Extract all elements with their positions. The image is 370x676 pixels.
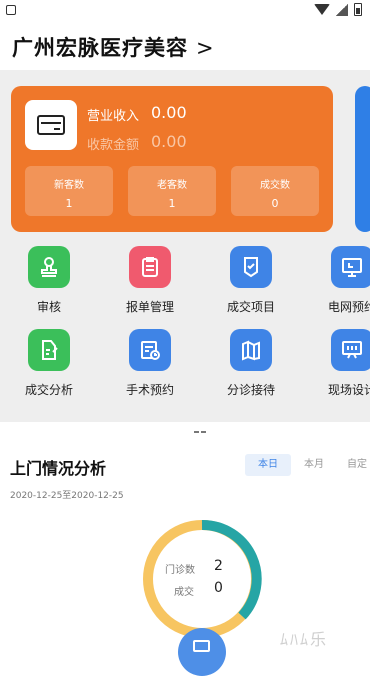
tab-month[interactable]: 本月	[292, 454, 336, 476]
grid-label: 成交分析	[24, 383, 73, 397]
card-icon	[37, 115, 65, 135]
clinic-selector[interactable]: 广州宏脉医疗美容 >	[12, 32, 215, 62]
grid-label: 成交项目	[226, 300, 275, 314]
card-icon	[193, 640, 210, 652]
stat-value: 1	[168, 197, 176, 210]
stat-value: 1	[65, 197, 73, 210]
tab-today[interactable]: 本日	[245, 454, 291, 476]
calendar-clock-icon	[129, 329, 171, 371]
grid-item-audit[interactable]: 审核	[9, 246, 89, 315]
visit-donut-chart	[143, 519, 262, 638]
section-title: 上门情况分析	[10, 459, 107, 478]
revenue-value: 0.00	[151, 103, 187, 122]
signal-icon	[336, 3, 348, 16]
grid-label: 审核	[36, 300, 61, 314]
date-range: 2020-12-25至2020-12-25	[10, 491, 124, 501]
status-icons	[314, 3, 362, 16]
grid-item-report[interactable]: 报单管理	[110, 246, 190, 315]
revenue-card[interactable]: 营业收入 0.00 收款金额 0.00 新客数 1 老客数 1 成交数 0	[11, 86, 333, 232]
page-indicator	[194, 418, 208, 433]
tab-custom[interactable]: 自定	[337, 454, 370, 476]
stat-label: 老客数	[157, 180, 187, 191]
edit-document-icon	[28, 329, 70, 371]
battery-icon	[354, 3, 362, 16]
clinic-name: 广州宏脉医疗美容	[12, 36, 188, 60]
easel-icon	[331, 329, 370, 371]
grid-item-online-booking[interactable]: 电网预约	[312, 246, 370, 315]
stat-returning-customers[interactable]: 老客数 1	[128, 166, 216, 216]
grid-item-triage[interactable]: 分诊接待	[211, 329, 291, 398]
stat-deals[interactable]: 成交数 0	[231, 166, 319, 216]
app-header: 广州宏脉医疗美容 >	[0, 20, 370, 70]
grid-label: 分诊接待	[226, 383, 275, 397]
map-icon	[230, 329, 272, 371]
shield-check-icon	[230, 246, 272, 288]
collected-label: 收款金额	[87, 138, 140, 153]
notification-icon	[6, 5, 16, 15]
grid-label: 现场设计	[327, 383, 370, 397]
revenue-label: 营业收入	[87, 109, 140, 124]
wifi-icon	[314, 4, 330, 15]
legend-value-visits: 2	[214, 558, 223, 574]
stat-label: 成交数	[260, 180, 290, 191]
legend-label-visits: 门诊数	[165, 565, 195, 576]
grid-label: 电网预约	[327, 300, 370, 314]
donut-ring-teal	[201, 519, 262, 620]
status-bar	[0, 0, 370, 20]
clipboard-icon	[129, 246, 171, 288]
grid-item-surgery-booking[interactable]: 手术预约	[110, 329, 190, 398]
grid-label: 手术预约	[125, 383, 174, 397]
stat-value: 0	[271, 197, 279, 210]
monitor-icon	[331, 246, 370, 288]
collected-value: 0.00	[151, 132, 187, 151]
legend-label-deals: 成交	[174, 587, 194, 598]
stat-new-customers[interactable]: 新客数 1	[25, 166, 113, 216]
stat-label: 新客数	[54, 180, 84, 191]
grid-item-deal-projects[interactable]: 成交项目	[211, 246, 291, 315]
wallet-icon-box	[25, 100, 77, 150]
grid-item-onsite-design[interactable]: 现场设计	[312, 329, 370, 398]
watermark: ﾑﾊﾑ乐	[280, 630, 329, 649]
legend-value-deals: 0	[214, 580, 223, 596]
grid-item-deal-analysis[interactable]: 成交分析	[9, 329, 89, 398]
chevron-right-icon: >	[196, 36, 215, 60]
next-card-peek[interactable]	[355, 86, 370, 232]
stamp-icon	[28, 246, 70, 288]
floating-action-button[interactable]	[178, 628, 226, 676]
grid-label: 报单管理	[125, 300, 174, 314]
